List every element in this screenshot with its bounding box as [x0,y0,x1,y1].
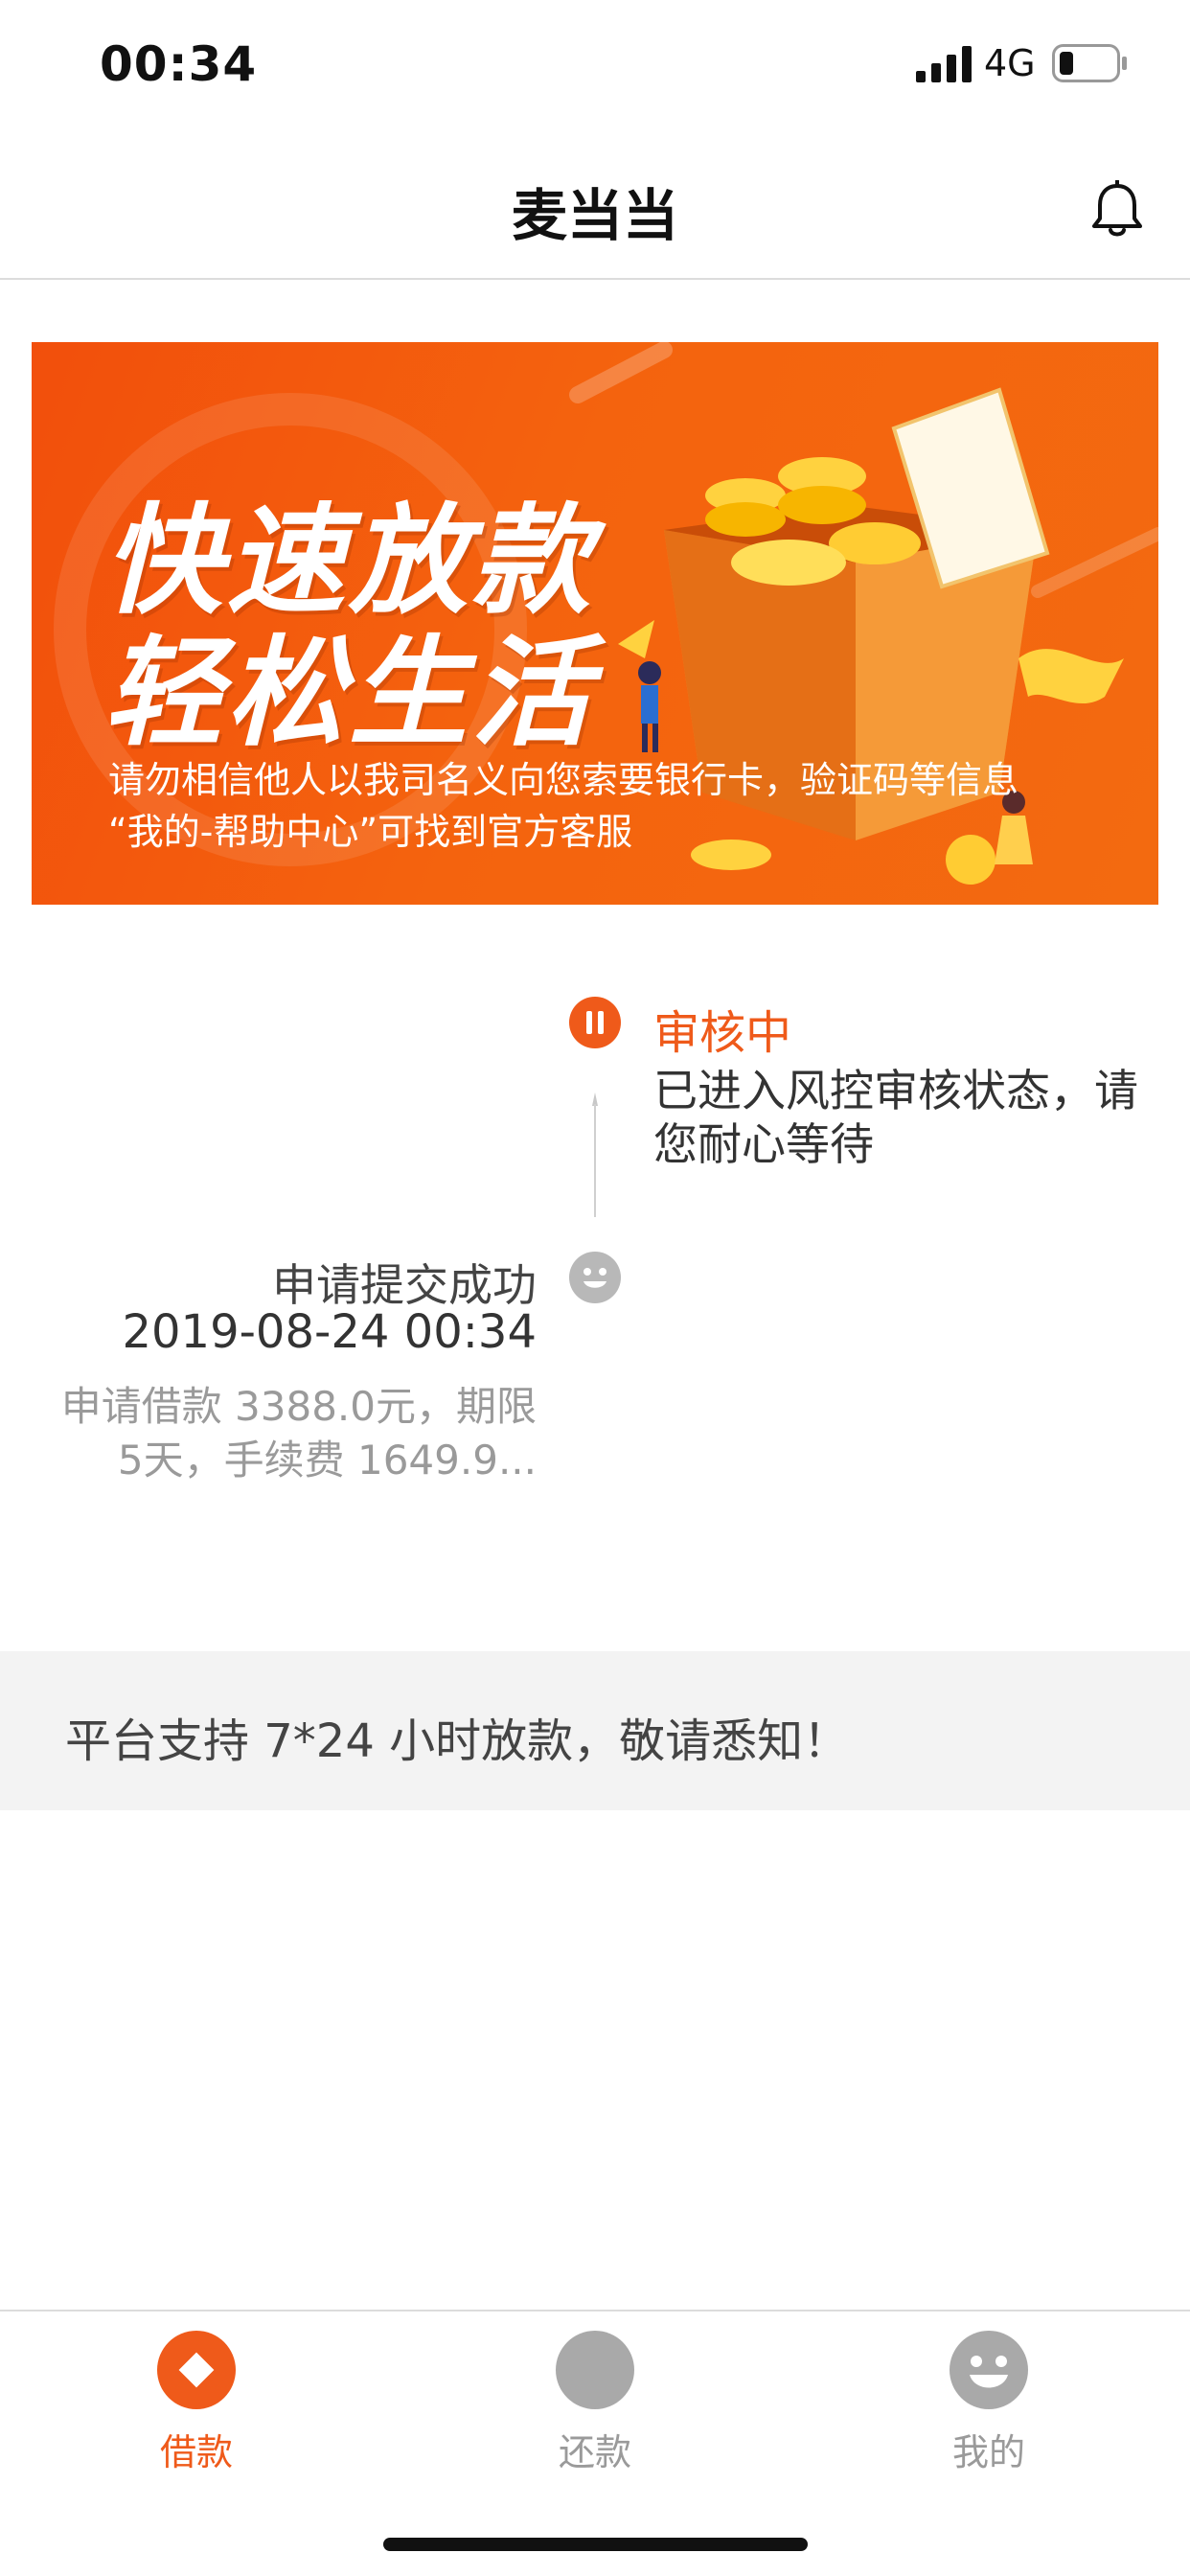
signal-bars-icon [916,46,972,82]
submit-description: 申请借款 3388.0元，期限 5天，手续费 1649.9... [60,1383,537,1484]
smile-icon [569,1252,621,1303]
smile-face-icon [950,2331,1028,2409]
bottom-tab-bar: 借款 还款 我的 [0,2310,1190,2576]
review-status-description: 已进入风控审核状态，请您耐心等待 [653,1065,1138,1170]
diamond-icon [157,2331,236,2409]
bell-icon[interactable] [1090,180,1144,242]
notice-text: 平台支持 7*24 小时放款，敬请悉知！ [65,1714,850,1768]
pause-icon [569,997,621,1048]
status-bar: 00:34 4G [0,0,1190,134]
tab-repay[interactable]: 还款 [499,2331,691,2475]
review-status-title: 审核中 [653,1006,792,1060]
tab-mine[interactable]: 我的 [893,2331,1085,2475]
notice-bar: 平台支持 7*24 小时放款，敬请悉知！ [0,1651,1190,1810]
banner-warning-line2: “我的-帮助中心”可找到官方客服 [108,811,633,853]
application-timeline: 审核中 已进入风控审核状态，请您耐心等待 申请提交成功 2019-08-24 0… [0,958,1190,1495]
app-page: 00:34 4G 麦当当 快速放款 轻松生活 请勿相信他人以我司名义向您索要银行… [0,0,1190,2576]
status-time: 00:34 [100,36,258,92]
tab-loan-label: 借款 [159,2431,233,2473]
battery-icon [1052,44,1127,82]
banner-headline-line2: 轻松生活 [103,625,595,763]
timeline-connector [592,1092,598,1217]
nav-bar: 麦当当 [0,134,1190,280]
network-label: 4G [984,42,1036,84]
circle-icon [556,2331,634,2409]
tab-repay-label: 还款 [558,2431,631,2473]
tab-mine-label: 我的 [951,2431,1025,2473]
banner-headline-line1: 快速放款 [103,493,595,631]
tab-loan[interactable]: 借款 [101,2331,292,2475]
page-title: 麦当当 [511,183,678,248]
banner-warning-line1: 请勿相信他人以我司名义向您索要银行卡，验证码等信息 [108,759,1019,801]
banner-warning: 请勿相信他人以我司名义向您索要银行卡，验证码等信息 “我的-帮助中心”可找到官方… [108,754,1018,858]
banner-headline: 快速放款 轻松生活 [103,495,594,760]
submit-timestamp: 2019-08-24 00:34 [122,1305,537,1359]
promo-banner[interactable]: 快速放款 轻松生活 请勿相信他人以我司名义向您索要银行卡，验证码等信息 “我的-… [32,342,1158,905]
home-indicator[interactable] [383,2538,808,2551]
